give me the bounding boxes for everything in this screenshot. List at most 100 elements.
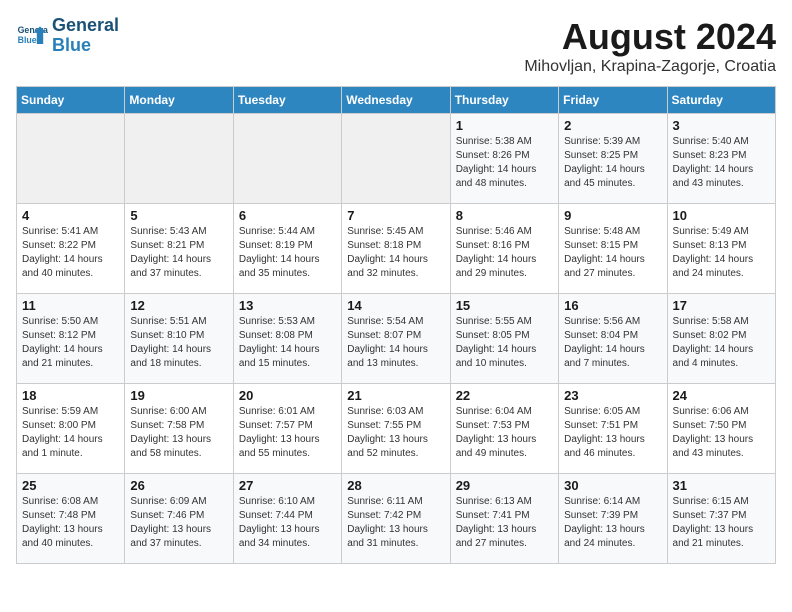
day-info: Sunrise: 5:56 AM Sunset: 8:04 PM Dayligh… xyxy=(564,315,661,371)
week-row-2: 4 Sunrise: 5:41 AM Sunset: 8:22 PM Daylig… xyxy=(17,204,776,294)
day-info: Sunrise: 5:59 AM Sunset: 8:00 PM Dayligh… xyxy=(22,405,119,461)
day-info: Sunrise: 5:58 AM Sunset: 8:02 PM Dayligh… xyxy=(673,315,770,371)
day-number: 9 xyxy=(564,208,661,223)
day-info: Sunrise: 5:55 AM Sunset: 8:05 PM Dayligh… xyxy=(456,315,553,371)
day-number: 20 xyxy=(239,388,336,403)
week-row-5: 25 Sunrise: 6:08 AM Sunset: 7:48 PM Dayli… xyxy=(17,474,776,564)
day-info: Sunrise: 5:50 AM Sunset: 8:12 PM Dayligh… xyxy=(22,315,119,371)
calendar-header-row: SundayMondayTuesdayWednesdayThursdayFrid… xyxy=(17,87,776,114)
calendar-cell xyxy=(125,114,233,204)
day-header-wednesday: Wednesday xyxy=(342,87,450,114)
calendar-cell: 2Sunrise: 5:39 AM Sunset: 8:25 PM Daylig… xyxy=(559,114,667,204)
day-number: 13 xyxy=(239,298,336,313)
day-info: Sunrise: 5:43 AM Sunset: 8:21 PM Dayligh… xyxy=(130,225,227,281)
day-number: 16 xyxy=(564,298,661,313)
calendar-cell: 4 Sunrise: 5:41 AM Sunset: 8:22 PM Daylig… xyxy=(17,204,125,294)
day-number: 27 xyxy=(239,478,336,493)
day-info: Sunrise: 6:06 AM Sunset: 7:50 PM Dayligh… xyxy=(673,405,770,461)
day-number: 7 xyxy=(347,208,444,223)
day-info: Sunrise: 5:38 AM Sunset: 8:26 PM Dayligh… xyxy=(456,135,553,191)
day-number: 12 xyxy=(130,298,227,313)
calendar-cell: 19Sunrise: 6:00 AM Sunset: 7:58 PM Dayli… xyxy=(125,384,233,474)
calendar-cell xyxy=(342,114,450,204)
week-row-4: 18 Sunrise: 5:59 AM Sunset: 8:00 PM Dayli… xyxy=(17,384,776,474)
day-info: Sunrise: 6:10 AM Sunset: 7:44 PM Dayligh… xyxy=(239,495,336,551)
day-number: 15 xyxy=(456,298,553,313)
day-info: Sunrise: 5:44 AM Sunset: 8:19 PM Dayligh… xyxy=(239,225,336,281)
calendar-cell: 14 Sunrise: 5:54 AM Sunset: 8:07 PM Dayli… xyxy=(342,294,450,384)
day-number: 17 xyxy=(673,298,770,313)
day-info: Sunrise: 5:39 AM Sunset: 8:25 PM Dayligh… xyxy=(564,135,661,191)
day-info: Sunrise: 5:46 AM Sunset: 8:16 PM Dayligh… xyxy=(456,225,553,281)
day-number: 25 xyxy=(22,478,119,493)
calendar-cell: 28Sunrise: 6:11 AM Sunset: 7:42 PM Dayli… xyxy=(342,474,450,564)
calendar-cell: 24Sunrise: 6:06 AM Sunset: 7:50 PM Dayli… xyxy=(667,384,775,474)
calendar-cell: 12 Sunrise: 5:51 AM Sunset: 8:10 PM Dayli… xyxy=(125,294,233,384)
calendar-cell: 10Sunrise: 5:49 AM Sunset: 8:13 PM Dayli… xyxy=(667,204,775,294)
day-header-tuesday: Tuesday xyxy=(233,87,341,114)
header: General Blue General Blue August 2024 Mi… xyxy=(16,16,776,76)
day-header-sunday: Sunday xyxy=(17,87,125,114)
calendar-cell: 18 Sunrise: 5:59 AM Sunset: 8:00 PM Dayli… xyxy=(17,384,125,474)
month-title: August 2024 xyxy=(524,16,776,58)
day-info: Sunrise: 6:00 AM Sunset: 7:58 PM Dayligh… xyxy=(130,405,227,461)
calendar-cell: 22 Sunrise: 6:04 AM Sunset: 7:53 PM Dayli… xyxy=(450,384,558,474)
calendar-cell: 23Sunrise: 6:05 AM Sunset: 7:51 PM Dayli… xyxy=(559,384,667,474)
day-info: Sunrise: 5:40 AM Sunset: 8:23 PM Dayligh… xyxy=(673,135,770,191)
calendar-cell: 30Sunrise: 6:14 AM Sunset: 7:39 PM Dayli… xyxy=(559,474,667,564)
calendar-cell: 20 Sunrise: 6:01 AM Sunset: 7:57 PM Dayli… xyxy=(233,384,341,474)
day-info: Sunrise: 6:01 AM Sunset: 7:57 PM Dayligh… xyxy=(239,405,336,461)
day-info: Sunrise: 6:13 AM Sunset: 7:41 PM Dayligh… xyxy=(456,495,553,551)
day-info: Sunrise: 5:45 AM Sunset: 8:18 PM Dayligh… xyxy=(347,225,444,281)
title-area: August 2024 Mihovljan, Krapina-Zagorje, … xyxy=(524,16,776,76)
day-number: 26 xyxy=(130,478,227,493)
day-info: Sunrise: 5:54 AM Sunset: 8:07 PM Dayligh… xyxy=(347,315,444,371)
day-number: 1 xyxy=(456,118,553,133)
day-info: Sunrise: 6:08 AM Sunset: 7:48 PM Dayligh… xyxy=(22,495,119,551)
calendar-cell: 16 Sunrise: 5:56 AM Sunset: 8:04 PM Dayli… xyxy=(559,294,667,384)
day-number: 18 xyxy=(22,388,119,403)
day-number: 3 xyxy=(673,118,770,133)
calendar-cell: 26 Sunrise: 6:09 AM Sunset: 7:46 PM Dayli… xyxy=(125,474,233,564)
calendar-cell: 7 Sunrise: 5:45 AM Sunset: 8:18 PM Daylig… xyxy=(342,204,450,294)
calendar-cell xyxy=(17,114,125,204)
day-number: 10 xyxy=(673,208,770,223)
svg-text:General: General xyxy=(18,25,48,35)
svg-text:Blue: Blue xyxy=(18,35,37,45)
day-number: 4 xyxy=(22,208,119,223)
day-info: Sunrise: 6:04 AM Sunset: 7:53 PM Dayligh… xyxy=(456,405,553,461)
calendar-cell: 27 Sunrise: 6:10 AM Sunset: 7:44 PM Dayli… xyxy=(233,474,341,564)
calendar-cell xyxy=(233,114,341,204)
day-number: 29 xyxy=(456,478,553,493)
calendar-cell: 5Sunrise: 5:43 AM Sunset: 8:21 PM Daylig… xyxy=(125,204,233,294)
calendar-cell: 15 Sunrise: 5:55 AM Sunset: 8:05 PM Dayli… xyxy=(450,294,558,384)
logo-icon: General Blue xyxy=(16,20,48,52)
calendar-cell: 3 Sunrise: 5:40 AM Sunset: 8:23 PM Daylig… xyxy=(667,114,775,204)
calendar-cell: 31 Sunrise: 6:15 AM Sunset: 7:37 PM Dayli… xyxy=(667,474,775,564)
day-number: 21 xyxy=(347,388,444,403)
day-number: 31 xyxy=(673,478,770,493)
day-number: 8 xyxy=(456,208,553,223)
day-info: Sunrise: 6:03 AM Sunset: 7:55 PM Dayligh… xyxy=(347,405,444,461)
day-number: 22 xyxy=(456,388,553,403)
week-row-1: 1 Sunrise: 5:38 AM Sunset: 8:26 PM Daylig… xyxy=(17,114,776,204)
calendar-cell: 21 Sunrise: 6:03 AM Sunset: 7:55 PM Dayli… xyxy=(342,384,450,474)
day-info: Sunrise: 6:11 AM Sunset: 7:42 PM Dayligh… xyxy=(347,495,444,551)
day-info: Sunrise: 6:15 AM Sunset: 7:37 PM Dayligh… xyxy=(673,495,770,551)
location-title: Mihovljan, Krapina-Zagorje, Croatia xyxy=(524,58,776,76)
day-number: 14 xyxy=(347,298,444,313)
day-header-monday: Monday xyxy=(125,87,233,114)
calendar-cell: 1 Sunrise: 5:38 AM Sunset: 8:26 PM Daylig… xyxy=(450,114,558,204)
day-info: Sunrise: 6:09 AM Sunset: 7:46 PM Dayligh… xyxy=(130,495,227,551)
calendar-cell: 29 Sunrise: 6:13 AM Sunset: 7:41 PM Dayli… xyxy=(450,474,558,564)
day-number: 23 xyxy=(564,388,661,403)
day-info: Sunrise: 5:51 AM Sunset: 8:10 PM Dayligh… xyxy=(130,315,227,371)
day-number: 6 xyxy=(239,208,336,223)
calendar-cell: 25 Sunrise: 6:08 AM Sunset: 7:48 PM Dayli… xyxy=(17,474,125,564)
calendar-cell: 17 Sunrise: 5:58 AM Sunset: 8:02 PM Dayli… xyxy=(667,294,775,384)
day-info: Sunrise: 5:53 AM Sunset: 8:08 PM Dayligh… xyxy=(239,315,336,371)
logo: General Blue General Blue xyxy=(16,16,119,56)
logo-text: General Blue xyxy=(52,16,119,56)
day-number: 11 xyxy=(22,298,119,313)
day-info: Sunrise: 5:41 AM Sunset: 8:22 PM Dayligh… xyxy=(22,225,119,281)
